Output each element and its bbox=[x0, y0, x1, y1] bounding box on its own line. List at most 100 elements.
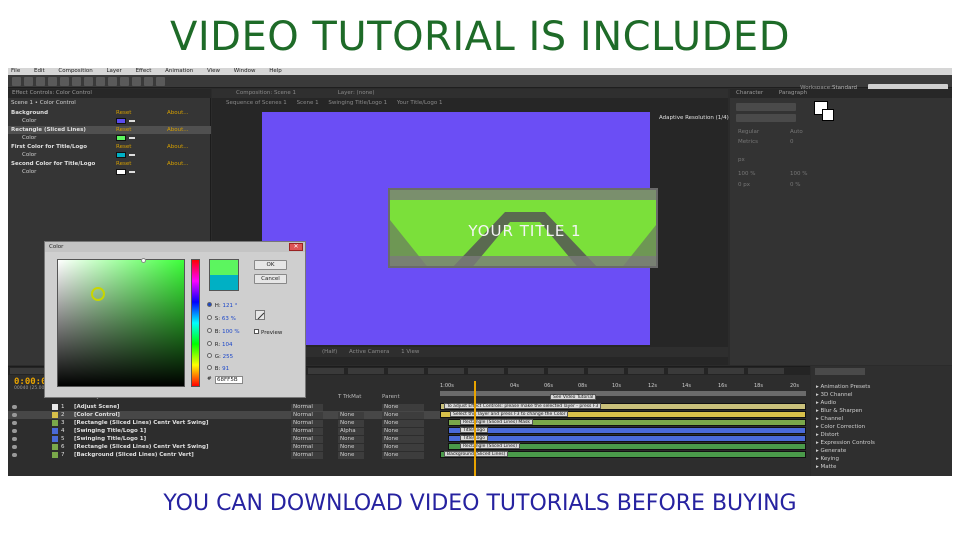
mode-select[interactable]: Normal bbox=[291, 403, 323, 411]
timeline-tab[interactable] bbox=[428, 368, 464, 374]
tab-layer[interactable]: Layer: (none) bbox=[338, 90, 375, 96]
timeline-tab[interactable] bbox=[348, 368, 384, 374]
menu-layer[interactable]: Layer bbox=[106, 68, 121, 74]
effects-category[interactable]: ▸ Color Correction bbox=[816, 423, 865, 431]
mode-select[interactable]: Normal bbox=[291, 411, 323, 419]
stroke-color-swatch[interactable] bbox=[822, 109, 834, 121]
effect-controls-tab[interactable]: Effect Controls: Color Control bbox=[8, 89, 211, 98]
green-radio[interactable] bbox=[207, 353, 212, 358]
brightness-field[interactable]: B: 100 % bbox=[207, 328, 240, 335]
about-link[interactable]: About... bbox=[167, 126, 189, 134]
blue-field[interactable]: B: 91 bbox=[207, 365, 229, 372]
layer-name[interactable]: [Swinging Title/Logo 1] bbox=[74, 435, 146, 443]
mode-select[interactable]: Normal bbox=[291, 451, 323, 459]
blue-value[interactable]: 91 bbox=[222, 366, 229, 372]
menu-animation[interactable]: Animation bbox=[165, 68, 193, 74]
about-link[interactable]: About... bbox=[167, 160, 189, 168]
label-color[interactable] bbox=[52, 412, 58, 418]
work-area-bar[interactable] bbox=[440, 391, 806, 396]
brush-tool-icon[interactable] bbox=[120, 77, 129, 86]
puppet-tool-icon[interactable] bbox=[156, 77, 165, 86]
timeline-tab[interactable] bbox=[10, 368, 46, 374]
selection-tool-icon[interactable] bbox=[12, 77, 21, 86]
effect-row-first-color[interactable]: First Color for Title/Logo Reset About..… bbox=[8, 143, 211, 151]
eyedropper-icon[interactable] bbox=[129, 171, 135, 173]
view-select[interactable]: 1 View bbox=[401, 349, 419, 355]
mode-select[interactable]: Normal bbox=[291, 419, 323, 427]
trkmat-select[interactable]: None bbox=[338, 435, 364, 443]
comment-marker[interactable]: See Video Tutorial bbox=[550, 394, 597, 400]
trkmat-select[interactable]: None bbox=[338, 411, 364, 419]
menu-edit[interactable]: Edit bbox=[34, 68, 45, 74]
hue-radio[interactable] bbox=[207, 302, 212, 307]
red-field[interactable]: R: 104 bbox=[207, 341, 233, 348]
menu-effect[interactable]: Effect bbox=[136, 68, 152, 74]
tab-paragraph[interactable]: Paragraph bbox=[779, 90, 807, 96]
ok-button[interactable]: OK bbox=[254, 260, 287, 270]
timeline-tab[interactable] bbox=[588, 368, 624, 374]
menu-window[interactable]: Window bbox=[234, 68, 256, 74]
rotate-tool-icon[interactable] bbox=[48, 77, 57, 86]
checkbox-icon[interactable] bbox=[254, 329, 259, 334]
green-value[interactable]: 255 bbox=[223, 354, 234, 360]
layer-name[interactable]: [Rectangle (Sliced Lines) Centr Vert Swi… bbox=[74, 443, 208, 451]
mode-select[interactable]: Normal bbox=[291, 435, 323, 443]
parent-select[interactable]: None bbox=[382, 435, 424, 443]
layer-row[interactable]: 4 [Swinging Title/Logo 1] Normal Alpha N… bbox=[8, 427, 440, 435]
blue-radio[interactable] bbox=[207, 365, 212, 370]
trkmat-select[interactable]: None bbox=[338, 451, 364, 459]
current-time-indicator[interactable] bbox=[474, 381, 476, 476]
saturation-field[interactable]: S: 63 % bbox=[207, 315, 236, 322]
timeline-tab[interactable] bbox=[628, 368, 664, 374]
resolution-select[interactable]: (Half) bbox=[322, 349, 337, 355]
label-color[interactable] bbox=[52, 452, 58, 458]
comment-marker[interactable]: Background (Sliced Lines) bbox=[444, 451, 509, 457]
layer-bar[interactable] bbox=[448, 435, 806, 442]
color-swatch[interactable] bbox=[116, 152, 126, 158]
red-value[interactable]: 104 bbox=[222, 342, 233, 348]
color-swatch[interactable] bbox=[116, 169, 126, 175]
reset-link[interactable]: Reset bbox=[116, 126, 131, 134]
color-swatch[interactable] bbox=[116, 135, 126, 141]
effects-category[interactable]: ▸ Generate bbox=[816, 447, 846, 455]
green-field[interactable]: G: 255 bbox=[207, 353, 233, 360]
breadcrumb-item[interactable]: Sequence of Scenes 1 bbox=[226, 100, 287, 106]
reset-link[interactable]: Reset bbox=[116, 143, 131, 151]
reset-link[interactable]: Reset bbox=[116, 160, 131, 168]
composition-canvas[interactable]: YOUR TITLE 1 bbox=[262, 112, 658, 345]
eyedropper-icon[interactable] bbox=[129, 154, 135, 156]
eyedropper-icon[interactable] bbox=[255, 310, 265, 320]
dialog-title[interactable]: Color bbox=[45, 242, 305, 252]
hue-field[interactable]: H: 121 ° bbox=[207, 302, 238, 309]
cancel-button[interactable]: Cancel bbox=[254, 274, 287, 284]
parent-select[interactable]: None bbox=[382, 411, 424, 419]
menu-help[interactable]: Help bbox=[269, 68, 282, 74]
timeline-tab[interactable] bbox=[748, 368, 784, 374]
pan-tool-icon[interactable] bbox=[72, 77, 81, 86]
type-tool-icon[interactable] bbox=[108, 77, 117, 86]
eye-icon[interactable] bbox=[12, 429, 17, 433]
label-color[interactable] bbox=[52, 436, 58, 442]
effects-category[interactable]: ▸ Matte bbox=[816, 463, 836, 471]
parent-select[interactable]: None bbox=[382, 443, 424, 451]
menu-composition[interactable]: Composition bbox=[58, 68, 92, 74]
trkmat-select[interactable]: None bbox=[338, 419, 364, 427]
effect-row-rectangle[interactable]: Rectangle (Sliced Lines) Reset About... bbox=[8, 126, 211, 134]
trkmat-select[interactable]: Alpha bbox=[338, 427, 364, 435]
timeline-tab[interactable] bbox=[388, 368, 424, 374]
parent-select[interactable]: None bbox=[382, 419, 424, 427]
effects-category[interactable]: ▸ Distort bbox=[816, 431, 839, 439]
breadcrumb-item[interactable]: Swinging Title/Logo 1 bbox=[328, 100, 387, 106]
tab-composition[interactable]: Composition: Scene 1 bbox=[236, 90, 296, 96]
comment-marker[interactable]: Rectangle (Sliced Lines) bbox=[460, 443, 520, 449]
layer-row[interactable]: 5 [Swinging Title/Logo 1] Normal None No… bbox=[8, 435, 440, 443]
color-swatch[interactable] bbox=[116, 118, 126, 124]
eye-icon[interactable] bbox=[12, 453, 17, 457]
effect-row-second-color[interactable]: Second Color for Title/Logo Reset About.… bbox=[8, 160, 211, 168]
parent-select[interactable]: None bbox=[382, 403, 424, 411]
red-radio[interactable] bbox=[207, 341, 212, 346]
mask-tool-icon[interactable] bbox=[84, 77, 93, 86]
hex-input[interactable]: 68FF5B bbox=[215, 376, 243, 384]
layer-name[interactable]: [Rectangle (Sliced Lines) Centr Vert Swi… bbox=[74, 419, 208, 427]
close-icon[interactable]: ✕ bbox=[289, 243, 303, 251]
